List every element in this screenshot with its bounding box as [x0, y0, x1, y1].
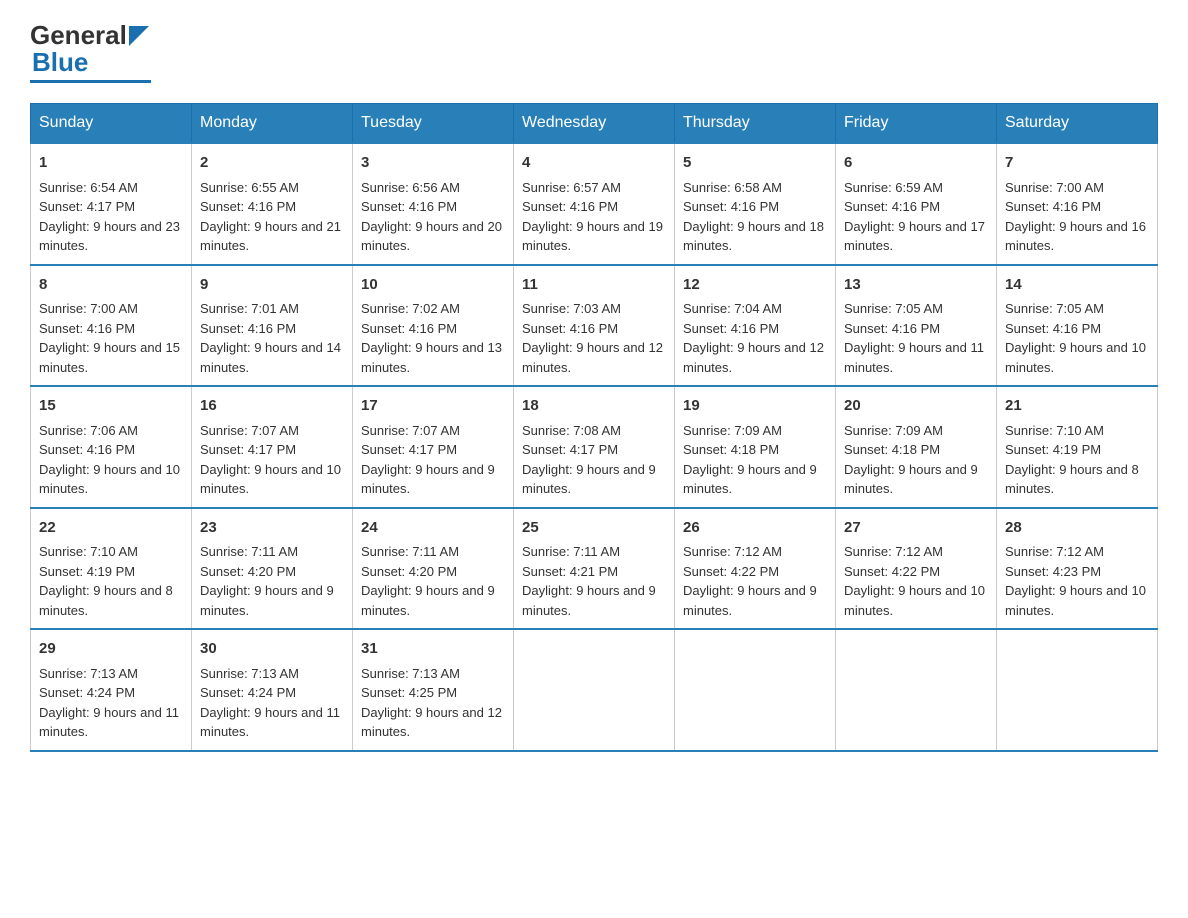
- calendar-header-row: SundayMondayTuesdayWednesdayThursdayFrid…: [31, 104, 1158, 144]
- page-header: General Blue: [30, 20, 1158, 83]
- calendar-header-thursday: Thursday: [675, 104, 836, 144]
- calendar-table: SundayMondayTuesdayWednesdayThursdayFrid…: [30, 103, 1158, 752]
- day-number: 24: [361, 517, 505, 540]
- logo: General Blue: [30, 20, 151, 83]
- day-number: 21: [1005, 395, 1149, 418]
- day-number: 14: [1005, 274, 1149, 297]
- calendar-week-row: 29Sunrise: 7:13 AMSunset: 4:24 PMDayligh…: [31, 629, 1158, 751]
- logo-blue-text: Blue: [32, 47, 88, 78]
- day-number: 16: [200, 395, 344, 418]
- calendar-cell: 24Sunrise: 7:11 AMSunset: 4:20 PMDayligh…: [353, 508, 514, 630]
- day-number: 22: [39, 517, 183, 540]
- calendar-cell: 20Sunrise: 7:09 AMSunset: 4:18 PMDayligh…: [836, 386, 997, 508]
- calendar-header-monday: Monday: [192, 104, 353, 144]
- calendar-cell: 5Sunrise: 6:58 AMSunset: 4:16 PMDaylight…: [675, 143, 836, 265]
- day-number: 11: [522, 274, 666, 297]
- day-number: 12: [683, 274, 827, 297]
- day-number: 23: [200, 517, 344, 540]
- calendar-cell: 4Sunrise: 6:57 AMSunset: 4:16 PMDaylight…: [514, 143, 675, 265]
- day-number: 20: [844, 395, 988, 418]
- day-number: 5: [683, 152, 827, 175]
- calendar-header-sunday: Sunday: [31, 104, 192, 144]
- calendar-cell: 22Sunrise: 7:10 AMSunset: 4:19 PMDayligh…: [31, 508, 192, 630]
- calendar-cell: 31Sunrise: 7:13 AMSunset: 4:25 PMDayligh…: [353, 629, 514, 751]
- calendar-cell: 14Sunrise: 7:05 AMSunset: 4:16 PMDayligh…: [997, 265, 1158, 387]
- calendar-cell: 17Sunrise: 7:07 AMSunset: 4:17 PMDayligh…: [353, 386, 514, 508]
- calendar-header-tuesday: Tuesday: [353, 104, 514, 144]
- calendar-cell: [514, 629, 675, 751]
- day-number: 25: [522, 517, 666, 540]
- day-number: 30: [200, 638, 344, 661]
- calendar-cell: 11Sunrise: 7:03 AMSunset: 4:16 PMDayligh…: [514, 265, 675, 387]
- calendar-cell: 25Sunrise: 7:11 AMSunset: 4:21 PMDayligh…: [514, 508, 675, 630]
- calendar-cell: 23Sunrise: 7:11 AMSunset: 4:20 PMDayligh…: [192, 508, 353, 630]
- day-number: 29: [39, 638, 183, 661]
- calendar-cell: 8Sunrise: 7:00 AMSunset: 4:16 PMDaylight…: [31, 265, 192, 387]
- logo-triangle-icon: [129, 26, 149, 46]
- calendar-cell: 3Sunrise: 6:56 AMSunset: 4:16 PMDaylight…: [353, 143, 514, 265]
- calendar-cell: 19Sunrise: 7:09 AMSunset: 4:18 PMDayligh…: [675, 386, 836, 508]
- day-number: 17: [361, 395, 505, 418]
- calendar-cell: 2Sunrise: 6:55 AMSunset: 4:16 PMDaylight…: [192, 143, 353, 265]
- day-number: 18: [522, 395, 666, 418]
- day-number: 1: [39, 152, 183, 175]
- calendar-cell: 16Sunrise: 7:07 AMSunset: 4:17 PMDayligh…: [192, 386, 353, 508]
- day-number: 6: [844, 152, 988, 175]
- day-number: 31: [361, 638, 505, 661]
- calendar-cell: 6Sunrise: 6:59 AMSunset: 4:16 PMDaylight…: [836, 143, 997, 265]
- day-number: 10: [361, 274, 505, 297]
- day-number: 28: [1005, 517, 1149, 540]
- calendar-cell: 12Sunrise: 7:04 AMSunset: 4:16 PMDayligh…: [675, 265, 836, 387]
- calendar-cell: 1Sunrise: 6:54 AMSunset: 4:17 PMDaylight…: [31, 143, 192, 265]
- calendar-week-row: 8Sunrise: 7:00 AMSunset: 4:16 PMDaylight…: [31, 265, 1158, 387]
- day-number: 9: [200, 274, 344, 297]
- calendar-cell: 10Sunrise: 7:02 AMSunset: 4:16 PMDayligh…: [353, 265, 514, 387]
- logo-underline: [30, 80, 151, 83]
- calendar-header-wednesday: Wednesday: [514, 104, 675, 144]
- calendar-cell: 7Sunrise: 7:00 AMSunset: 4:16 PMDaylight…: [997, 143, 1158, 265]
- day-number: 7: [1005, 152, 1149, 175]
- calendar-cell: [836, 629, 997, 751]
- day-number: 15: [39, 395, 183, 418]
- day-number: 8: [39, 274, 183, 297]
- calendar-cell: [675, 629, 836, 751]
- day-number: 3: [361, 152, 505, 175]
- calendar-cell: 15Sunrise: 7:06 AMSunset: 4:16 PMDayligh…: [31, 386, 192, 508]
- calendar-cell: 9Sunrise: 7:01 AMSunset: 4:16 PMDaylight…: [192, 265, 353, 387]
- calendar-cell: 27Sunrise: 7:12 AMSunset: 4:22 PMDayligh…: [836, 508, 997, 630]
- calendar-cell: 18Sunrise: 7:08 AMSunset: 4:17 PMDayligh…: [514, 386, 675, 508]
- calendar-cell: 30Sunrise: 7:13 AMSunset: 4:24 PMDayligh…: [192, 629, 353, 751]
- calendar-header-friday: Friday: [836, 104, 997, 144]
- calendar-header-saturday: Saturday: [997, 104, 1158, 144]
- day-number: 13: [844, 274, 988, 297]
- calendar-cell: 26Sunrise: 7:12 AMSunset: 4:22 PMDayligh…: [675, 508, 836, 630]
- calendar-cell: 29Sunrise: 7:13 AMSunset: 4:24 PMDayligh…: [31, 629, 192, 751]
- calendar-cell: 13Sunrise: 7:05 AMSunset: 4:16 PMDayligh…: [836, 265, 997, 387]
- day-number: 4: [522, 152, 666, 175]
- day-number: 2: [200, 152, 344, 175]
- day-number: 27: [844, 517, 988, 540]
- day-number: 26: [683, 517, 827, 540]
- day-number: 19: [683, 395, 827, 418]
- calendar-week-row: 22Sunrise: 7:10 AMSunset: 4:19 PMDayligh…: [31, 508, 1158, 630]
- calendar-cell: 28Sunrise: 7:12 AMSunset: 4:23 PMDayligh…: [997, 508, 1158, 630]
- calendar-cell: 21Sunrise: 7:10 AMSunset: 4:19 PMDayligh…: [997, 386, 1158, 508]
- calendar-week-row: 1Sunrise: 6:54 AMSunset: 4:17 PMDaylight…: [31, 143, 1158, 265]
- calendar-week-row: 15Sunrise: 7:06 AMSunset: 4:16 PMDayligh…: [31, 386, 1158, 508]
- calendar-cell: [997, 629, 1158, 751]
